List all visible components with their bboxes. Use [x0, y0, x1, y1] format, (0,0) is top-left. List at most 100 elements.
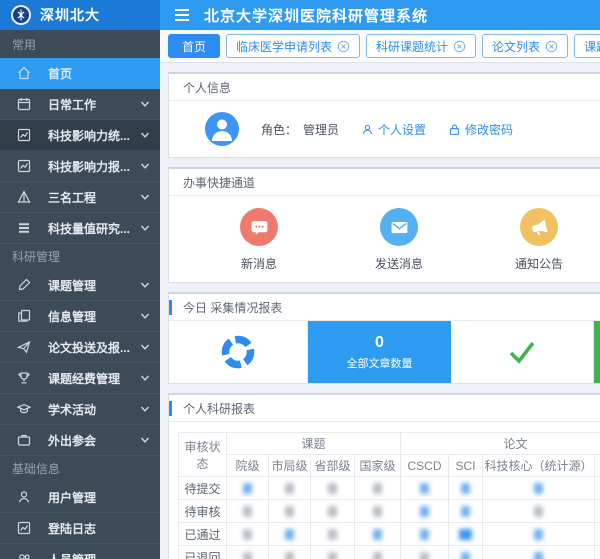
sidebar-item[interactable]: 信息管理 [0, 301, 160, 332]
blurred-value[interactable] [534, 506, 543, 517]
change-password-link[interactable]: 修改密码 [448, 121, 513, 138]
home-icon [16, 65, 32, 81]
blurred-value[interactable] [420, 506, 429, 517]
tab[interactable]: 首页 [168, 34, 220, 58]
sidebar-item[interactable]: 登陆日志 [0, 513, 160, 544]
top-header: 深圳北大 北京大学深圳医院科研管理系统 [0, 0, 600, 30]
blurred-value[interactable] [243, 552, 252, 559]
blurred-value[interactable] [328, 552, 337, 559]
lock-icon [448, 123, 461, 136]
table-cell [449, 477, 483, 500]
chevron-down-icon [140, 161, 150, 171]
chevron-down-icon [140, 280, 150, 290]
sidebar-item[interactable]: 用户管理 [0, 482, 160, 513]
table-cell [269, 477, 311, 500]
tab[interactable]: 临床医学申请列表 [226, 34, 360, 58]
loader-donut-icon [220, 334, 256, 370]
close-icon[interactable] [545, 40, 558, 53]
tab-label: 临床医学申请列表 [236, 38, 332, 55]
sidebar-section-header: 科研管理 [0, 244, 160, 270]
briefcase-icon [16, 432, 32, 448]
table-cell [449, 500, 483, 523]
today-cell-stat[interactable]: 0全部文章数量 [308, 321, 451, 383]
row-status-label: 已通过 [179, 523, 227, 546]
blurred-value[interactable] [461, 506, 470, 517]
personal-settings-link[interactable]: 个人设置 [361, 121, 426, 138]
list-icon [16, 220, 32, 236]
sidebar-item[interactable]: 科技影响力报... [0, 151, 160, 182]
col-group-papers: 论文 [401, 433, 600, 455]
blurred-value[interactable] [373, 483, 382, 494]
col-group-topics: 课题 [227, 433, 401, 455]
quick-action-mail[interactable]: 发送消息 [329, 208, 469, 272]
tab[interactable]: 课题费用报表 [574, 34, 600, 58]
avatar[interactable] [205, 112, 239, 146]
sidebar-item[interactable]: 课题管理 [0, 270, 160, 301]
sidebar-item[interactable]: 课题经费管理 [0, 363, 160, 394]
chevron-down-icon [140, 311, 150, 321]
close-icon[interactable] [453, 40, 466, 53]
sidebar-section-header: 常用 [0, 32, 160, 58]
chevron-down-icon [140, 342, 150, 352]
blurred-value[interactable] [285, 552, 294, 559]
sidebar-item[interactable]: 三名工程 [0, 182, 160, 213]
logo[interactable]: 深圳北大 [0, 0, 160, 30]
sidebar-item[interactable]: 外出参会 [0, 425, 160, 456]
tab[interactable]: 论文列表 [482, 34, 568, 58]
table-cell [355, 500, 401, 523]
table-cell [311, 523, 355, 546]
blurred-value[interactable] [461, 552, 470, 559]
table-cell [595, 500, 600, 523]
chart-icon [16, 127, 32, 143]
table-cell [269, 546, 311, 559]
table-row: 待提交 [179, 477, 600, 500]
blurred-value[interactable] [373, 529, 382, 540]
blurred-value[interactable] [420, 529, 429, 540]
sidebar-item[interactable]: 日常工作 [0, 89, 160, 120]
quick-action-megaphone[interactable]: 通知公告 [469, 208, 600, 272]
tab[interactable]: 科研课题统计 [366, 34, 476, 58]
blurred-value[interactable] [243, 506, 252, 517]
chevron-down-icon [140, 99, 150, 109]
tab-label: 课题费用报表 [584, 38, 600, 55]
blurred-value[interactable] [328, 506, 337, 517]
blurred-value[interactable] [461, 483, 470, 494]
sidebar-item[interactable]: 论文投送及报... [0, 332, 160, 363]
mail-icon [380, 208, 418, 246]
people-icon [16, 551, 32, 559]
table-cell [355, 546, 401, 559]
sidebar-item[interactable]: 人员管理 [0, 544, 160, 559]
menu-toggle-icon[interactable] [174, 8, 190, 22]
sidebar-item[interactable]: 学术活动 [0, 394, 160, 425]
blurred-value[interactable] [285, 529, 294, 540]
table-cell [483, 477, 595, 500]
blurred-value[interactable] [534, 529, 543, 540]
table-cell [595, 546, 600, 559]
table-cell [227, 523, 269, 546]
blurred-value[interactable] [373, 552, 382, 559]
chevron-down-icon [140, 435, 150, 445]
brush-icon [16, 277, 32, 293]
blurred-value[interactable] [420, 552, 429, 559]
blurred-value[interactable] [243, 529, 252, 540]
sidebar-item[interactable]: 科技量值研究... [0, 213, 160, 244]
blurred-value[interactable] [243, 483, 252, 494]
blurred-value[interactable] [373, 506, 382, 517]
blurred-value[interactable] [534, 552, 543, 559]
calendar-icon [16, 96, 32, 112]
blurred-value[interactable] [328, 529, 337, 540]
table-cell [483, 546, 595, 559]
stat-label: 全部文章数量 [347, 355, 413, 371]
sidebar-item[interactable]: 首页 [0, 58, 160, 89]
sidebar-item-label: 外出参会 [48, 432, 140, 449]
close-icon[interactable] [337, 40, 350, 53]
blurred-value[interactable] [534, 483, 543, 494]
blurred-value[interactable] [285, 506, 294, 517]
blurred-value[interactable] [420, 483, 429, 494]
blurred-value[interactable] [328, 483, 337, 494]
quick-action-chat[interactable]: 新消息 [189, 208, 329, 272]
blurred-value[interactable] [285, 483, 294, 494]
sidebar-item[interactable]: 科技影响力统... [0, 120, 160, 151]
table-cell [355, 477, 401, 500]
blurred-value[interactable] [459, 529, 472, 540]
